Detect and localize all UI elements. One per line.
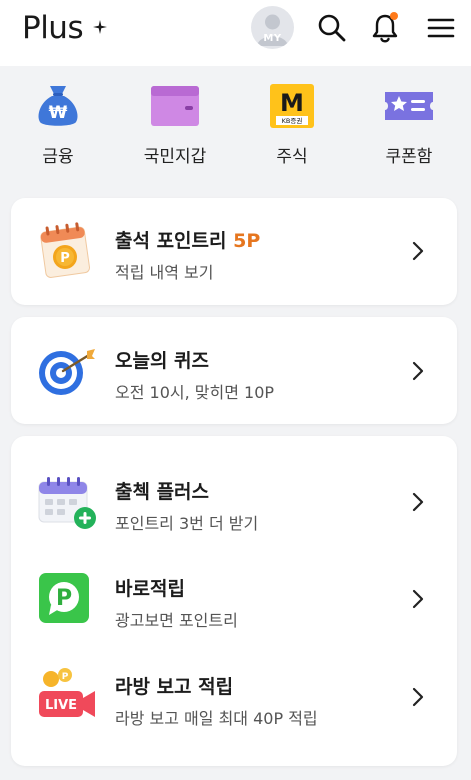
row-subtitle: 적립 내역 보기 xyxy=(115,263,214,282)
quick-item-finance[interactable]: ₩ 금융 xyxy=(13,82,103,178)
money-bag-icon: ₩ xyxy=(38,86,78,126)
live-text: LIVE xyxy=(45,698,77,713)
wallet-icon xyxy=(151,86,199,126)
chevron-right-icon xyxy=(412,687,424,707)
menu-button[interactable] xyxy=(424,11,458,45)
svg-text:₩: ₩ xyxy=(49,103,68,123)
top-header: Plus MY xyxy=(0,0,471,66)
target-icon xyxy=(39,349,95,395)
kb-logo-mark: M xyxy=(280,89,304,117)
search-button[interactable] xyxy=(315,11,349,45)
row-title: 바로적립 xyxy=(115,578,185,600)
search-icon xyxy=(318,14,346,42)
reward-list-card: 출첵 플러스 포인트리 3번 더 받기 P 바로적립 광고보면 포인트리 P L… xyxy=(11,436,457,766)
svg-text:P: P xyxy=(56,586,72,611)
quick-item-wallet[interactable]: 국민지갑 xyxy=(130,82,220,178)
quick-item-coupon[interactable]: 쿠폰함 xyxy=(364,82,454,178)
row-title: 출첵 플러스 xyxy=(115,481,210,503)
quiz-row[interactable]: 오늘의 퀴즈 오전 10시, 맞히면 10P xyxy=(11,323,457,419)
quiz-card: 오늘의 퀴즈 오전 10시, 맞히면 10P xyxy=(11,317,457,424)
attendance-card: P 출석 포인트리 5P 적립 내역 보기 xyxy=(11,198,457,305)
chevron-right-icon xyxy=(412,241,424,261)
bookcheck-row[interactable]: 출첵 플러스 포인트리 3번 더 받기 xyxy=(11,454,457,550)
notification-dot xyxy=(390,12,398,20)
row-subtitle: 오전 10시, 맞히면 10P xyxy=(115,383,275,402)
menu-icon xyxy=(427,18,455,38)
instant-reward-row[interactable]: P 바로적립 광고보면 포인트리 xyxy=(11,551,457,647)
kb-securities-icon: M KB증권 xyxy=(270,84,314,128)
notification-button[interactable] xyxy=(368,11,402,45)
row-subtitle: 포인트리 3번 더 받기 xyxy=(115,514,259,533)
row-subtitle: 라방 보고 매일 최대 40P 적립 xyxy=(115,709,318,728)
row-title: 오늘의 퀴즈 xyxy=(115,350,210,372)
live-reward-row[interactable]: P LIVE 라방 보고 적립 라방 보고 매일 최대 40P 적립 xyxy=(11,649,457,745)
calendar-coin-icon: P xyxy=(40,222,90,278)
coupon-icon xyxy=(385,92,433,120)
quick-item-label: 국민지갑 xyxy=(143,147,207,167)
quick-item-label: 쿠폰함 xyxy=(385,147,433,167)
points-highlight: 5P xyxy=(233,230,261,252)
svg-text:P: P xyxy=(62,672,69,682)
quick-item-label: 주식 xyxy=(276,147,308,167)
attendance-row[interactable]: P 출석 포인트리 5P 적립 내역 보기 xyxy=(11,203,457,299)
row-title: 출석 포인트리 5P xyxy=(115,230,261,252)
kb-logo-subtext: KB증권 xyxy=(282,117,303,125)
avatar[interactable]: MY xyxy=(251,6,294,49)
quick-item-stock[interactable]: M KB증권 주식 xyxy=(247,82,337,178)
row-subtitle: 광고보면 포인트리 xyxy=(115,611,238,630)
calendar-plus-icon xyxy=(38,477,96,529)
chevron-right-icon xyxy=(412,492,424,512)
svg-text:P: P xyxy=(60,251,70,266)
row-title: 라방 보고 적립 xyxy=(115,676,234,698)
quick-item-label: 금융 xyxy=(42,147,74,167)
quick-menu: ₩ 금융 국민지갑 M KB증권 주식 쿠폰함 xyxy=(0,66,471,184)
sparkle-icon xyxy=(93,20,107,34)
chevron-right-icon xyxy=(412,589,424,609)
chevron-right-icon xyxy=(412,361,424,381)
p-chat-icon: P xyxy=(39,573,89,623)
live-camera-icon: P LIVE xyxy=(39,668,95,717)
app-logo: Plus xyxy=(22,10,84,46)
avatar-label: MY xyxy=(263,33,282,44)
